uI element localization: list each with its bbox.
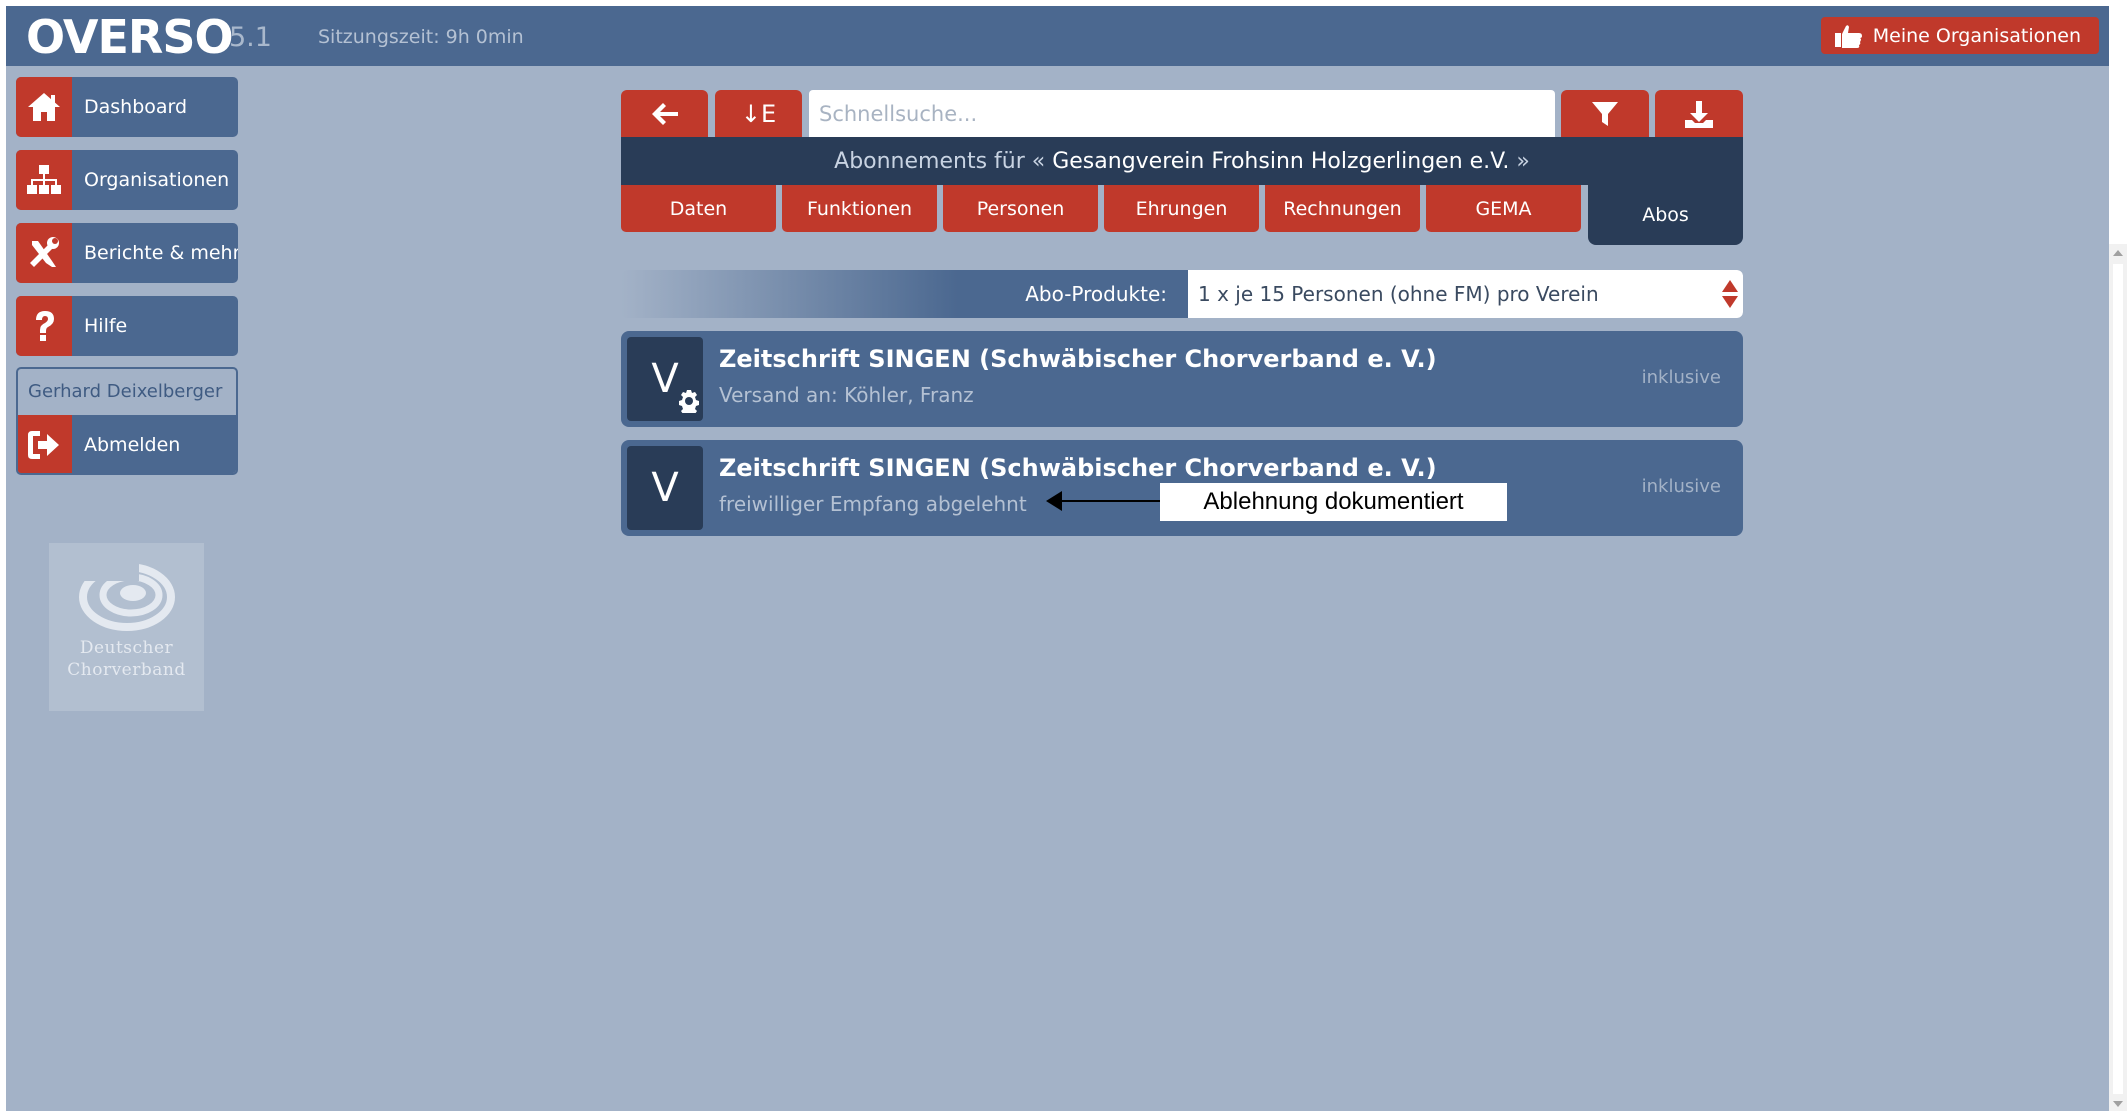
question-icon	[16, 296, 72, 356]
abo-products-row: Abo-Produkte: 1 x je 15 Personen (ohne F…	[621, 270, 1743, 318]
sitemap-icon	[16, 150, 72, 210]
scroll-down-icon[interactable]	[2113, 1101, 2123, 1107]
logout-button[interactable]: Abmelden	[18, 415, 236, 473]
logo-text-line1: Deutscher	[79, 638, 174, 658]
app-logo[interactable]: OVERSO	[26, 10, 234, 64]
badge-letter: V	[651, 465, 679, 511]
sidebar-item-label: Hilfe	[84, 315, 128, 337]
sidebar-item-label: Dashboard	[84, 96, 188, 118]
tab-funktionen[interactable]: Funktionen	[782, 185, 937, 232]
subscription-status: inklusive	[1641, 476, 1721, 497]
filter-button[interactable]	[1561, 90, 1649, 137]
subscription-subtitle: Versand an: Köhler, Franz	[719, 383, 974, 407]
user-name: Gerhard Deixelberger	[28, 381, 223, 402]
tab-rechnungen[interactable]: Rechnungen	[1265, 185, 1420, 232]
sidebar-item-hilfe[interactable]: Hilfe	[16, 296, 238, 356]
tab-ehrungen[interactable]: Ehrungen	[1104, 185, 1259, 232]
title-prefix: Abonnements für «	[834, 148, 1046, 174]
subscription-badge: V	[627, 446, 703, 530]
sidebar-item-berichte[interactable]: Berichte & mehr	[16, 223, 238, 283]
annotation-callout: Ablehnung dokumentiert	[1160, 483, 1507, 521]
subscription-badge: V	[627, 337, 703, 421]
scroll-up-icon[interactable]	[2113, 250, 2123, 256]
abo-products-select[interactable]: 1 x je 15 Personen (ohne FM) pro Verein	[1188, 270, 1743, 318]
tab-daten[interactable]: Daten	[621, 185, 776, 232]
app-version: 5.1	[229, 22, 272, 53]
arrow-left-icon	[651, 102, 678, 125]
vertical-scrollbar[interactable]	[2109, 244, 2127, 1111]
sidebar-item-organisationen[interactable]: Organisationen	[16, 150, 238, 210]
sign-out-icon	[18, 415, 72, 473]
tab-abos[interactable]: Abos	[1588, 185, 1743, 245]
select-arrows-icon	[1722, 280, 1738, 308]
tools-icon	[16, 223, 72, 283]
user-panel: Gerhard Deixelberger Abmelden	[16, 367, 238, 475]
filter-icon	[1592, 101, 1618, 126]
subscription-card[interactable]: V Zeitschrift SINGEN (Schwäbischer Chorv…	[621, 331, 1743, 427]
back-button[interactable]	[621, 90, 708, 137]
organisation-name: Gesangverein Frohsinn Holzgerlingen e.V.	[1052, 148, 1510, 174]
app-window: OVERSO 5.1 Sitzungszeit: 9h 0min Meine O…	[6, 6, 2109, 1111]
session-time: Sitzungszeit: 9h 0min	[318, 26, 524, 48]
deutscher-chorverband-logo: Deutscher Chorverband	[49, 543, 204, 711]
title-suffix: »	[1516, 148, 1530, 174]
download-button[interactable]	[1655, 90, 1743, 137]
subscription-subtitle: freiwilliger Empfang abgelehnt	[719, 492, 1027, 516]
hand-pointer-icon	[1834, 24, 1862, 48]
sort-button[interactable]: ↓E	[715, 90, 802, 137]
page-title: Abonnements für « Gesangverein Frohsinn …	[621, 137, 1743, 185]
badge-letter: V	[651, 356, 679, 402]
tab-gema[interactable]: GEMA	[1426, 185, 1581, 232]
subscription-title: Zeitschrift SINGEN (Schwäbischer Chorver…	[719, 454, 1437, 482]
gear-icon	[679, 390, 699, 413]
home-icon	[16, 77, 72, 137]
logout-label: Abmelden	[84, 434, 181, 456]
my-organisations-button[interactable]: Meine Organisationen	[1820, 17, 2099, 54]
abo-products-value: 1 x je 15 Personen (ohne FM) pro Verein	[1198, 282, 1599, 306]
download-icon	[1685, 100, 1713, 128]
sidebar-item-label: Berichte & mehr	[84, 242, 238, 264]
chorverband-logo-icon	[78, 561, 175, 631]
sidebar-item-dashboard[interactable]: Dashboard	[16, 77, 238, 137]
logo-text-line2: Chorverband	[67, 660, 186, 680]
abo-products-label: Abo-Produkte:	[1025, 282, 1167, 306]
my-organisations-label: Meine Organisationen	[1872, 24, 2081, 47]
quick-search-input[interactable]	[809, 90, 1555, 137]
tab-personen[interactable]: Personen	[943, 185, 1098, 232]
top-bar: OVERSO 5.1 Sitzungszeit: 9h 0min Meine O…	[6, 6, 2109, 66]
subscription-status: inklusive	[1641, 367, 1721, 388]
annotation-arrow-line	[1050, 500, 1160, 502]
sidebar-item-label: Organisationen	[84, 169, 230, 191]
scrollbar-thumb[interactable]	[2113, 264, 2123, 1094]
subscription-title: Zeitschrift SINGEN (Schwäbischer Chorver…	[719, 345, 1437, 373]
